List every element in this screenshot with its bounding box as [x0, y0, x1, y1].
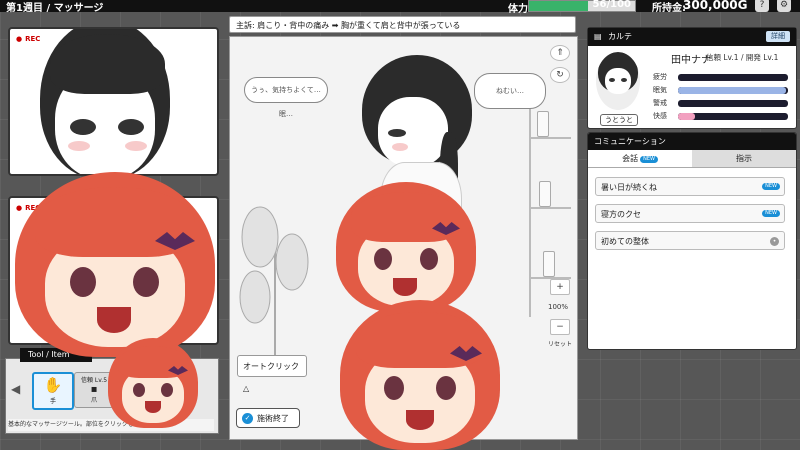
chibi-center-upper [336, 182, 476, 312]
tab-talk[interactable]: 会話 NEW [588, 150, 692, 167]
speech-bubble-right: ねむい… [474, 73, 546, 109]
prev-arrow-icon[interactable]: ◀ [11, 382, 20, 396]
tab-talk-label: 会話 [622, 154, 639, 163]
finish-button[interactable]: ✓ 施術終了 [236, 408, 300, 428]
chibi-large-left [15, 172, 215, 357]
topic-item[interactable]: 初めての整体 • [595, 231, 785, 250]
money-label: 所持金: [652, 3, 686, 14]
chibi-center-lower [340, 300, 500, 450]
plant-illustration [239, 206, 309, 367]
stat-label: 警戒 [653, 99, 667, 107]
communication-header: コミュニケーション [588, 133, 796, 150]
right-eye [118, 119, 144, 135]
stat-fill [678, 113, 695, 120]
topic-item[interactable]: 寝方のクセ NEW [595, 204, 785, 223]
topic-label: 寝方のクセ [601, 210, 641, 219]
speech-bubble-left: うぅ、気持ちよくて…眠… [244, 77, 328, 118]
topic-label: 暑い日が続くね [601, 183, 657, 192]
karte-title: カルテ [608, 32, 632, 41]
top-bar: 第1週目 / マッサージ 体力: 56/100 所持金: 300,000G ? … [0, 0, 800, 15]
stamina-bar: 56/100 [528, 0, 636, 12]
stamina-value: 56/100 [592, 0, 631, 10]
detail-button[interactable]: 詳細 [766, 31, 790, 42]
topic-label: 初めての整体 [601, 237, 649, 246]
tool-hand-label: 手 [49, 398, 56, 405]
communication-tabs: 会話 NEW 指示 [588, 150, 796, 168]
money-value: 300,000G [683, 0, 748, 12]
chief-complaint-prefix: 主訴: [236, 21, 255, 30]
chief-complaint-bar: 主訴: 肩こり・背中の痛み ➡ 胸が重くて肩と背中が張っている [229, 16, 576, 33]
character-level: 信頼 Lv.1 / 開発 Lv.1 [706, 53, 779, 62]
reset-button[interactable]: リセット [548, 339, 572, 348]
stat-bar [678, 113, 788, 120]
rec-panel-face: REC [8, 27, 219, 176]
screen-title: 第1週目 / マッサージ [6, 3, 104, 14]
bangs [50, 34, 165, 94]
read-icon: • [770, 237, 779, 246]
left-blush [68, 141, 90, 151]
rec-indicator: REC [16, 35, 40, 43]
rotate-icon[interactable]: ↻ [550, 67, 570, 83]
hand-icon: ✋ [43, 376, 63, 394]
help-icon[interactable]: ? [755, 0, 769, 12]
stat-bar [678, 100, 788, 107]
tab-order[interactable]: 指示 [692, 150, 796, 167]
karte-panel: ▤ カルテ 詳細 田中ナナ 信頼 Lv.1 / 開発 Lv.1 疲労眠気警戒快感… [587, 27, 797, 129]
stat-label: 快感 [653, 112, 667, 120]
stat-fill [678, 87, 786, 94]
communication-panel: コミュニケーション 会話 NEW 指示 暑い日が続くね NEW 寝方のクセ NEW 初めて… [587, 132, 797, 350]
new-badge: NEW [762, 210, 780, 217]
zoom-in-button[interactable]: + [550, 279, 570, 295]
stat-label: 疲労 [653, 73, 667, 81]
topic-item[interactable]: 暑い日が続くね NEW [595, 177, 785, 196]
new-badge: NEW [640, 156, 658, 163]
character-portrait [596, 52, 640, 110]
gear-icon[interactable]: ⚙ [777, 0, 791, 12]
girl-blush [392, 143, 408, 151]
stat-label: 眠気 [653, 86, 667, 94]
chief-complaint-text: 肩こり・背中の痛み ➡ 胸が重くて肩と背中が張っている [257, 21, 461, 30]
left-eye [70, 119, 96, 135]
clipboard-icon: ▤ [594, 32, 602, 41]
chibi-small-left [108, 338, 198, 428]
zoom-level: 100% [548, 303, 569, 311]
stat-bar [678, 74, 788, 81]
karte-header: ▤ カルテ 詳細 [588, 28, 796, 46]
character-name: 田中ナナ [671, 55, 711, 66]
status-tag: うとうと [600, 114, 638, 126]
girl-eye [388, 129, 406, 137]
tool-hand[interactable]: ✋ 手 [32, 372, 74, 410]
stat-bar [678, 87, 788, 94]
check-icon: ✓ [242, 413, 253, 424]
zoom-out-button[interactable]: − [550, 319, 570, 335]
finish-label: 施術終了 [257, 414, 289, 423]
up-arrow-icon[interactable]: ⇑ [550, 45, 570, 61]
right-blush [125, 141, 147, 151]
autoclick-button[interactable]: オートクリック △ [237, 355, 307, 393]
new-badge: NEW [762, 183, 780, 190]
tab-order-label: 指示 [736, 154, 752, 163]
